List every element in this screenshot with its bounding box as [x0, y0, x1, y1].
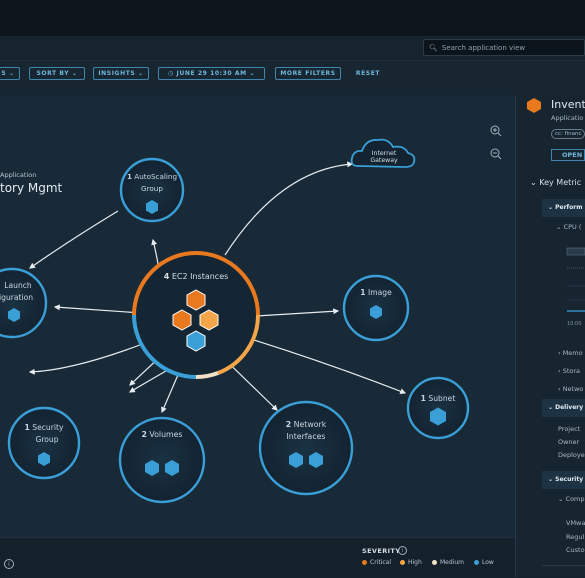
svg-text:1 Image: 1 Image — [360, 288, 392, 297]
chevron-right-icon: › — [558, 349, 561, 357]
image-label: Image — [368, 288, 392, 297]
node-volumes[interactable]: 2 Volumes — [118, 416, 206, 504]
subnet-count: 1 — [421, 394, 426, 403]
cpu-label[interactable]: ⌄ CPU ( — [556, 223, 581, 231]
legend-critical: Critical — [362, 559, 391, 566]
custom-label: Custo — [566, 546, 585, 554]
open-button[interactable]: OPEN — [551, 149, 585, 161]
security-section-label: ⌄ Security — [548, 476, 584, 483]
info-icon[interactable]: i — [398, 546, 407, 555]
node-internet-gateway[interactable]: Internet Gateway — [350, 138, 416, 168]
severity-title: SEVERITY — [362, 547, 401, 555]
gateway-label-2: Gateway — [370, 157, 398, 164]
chevron-down-icon: ⌄ — [558, 495, 564, 503]
owner-label: Owner — [558, 438, 580, 446]
project-label: Project — [558, 425, 581, 433]
legend-medium: Medium — [432, 559, 464, 566]
chevron-right-icon: › — [558, 385, 561, 393]
memory-row[interactable]: › Memo — [558, 349, 583, 357]
svg-text:2 Volumes: 2 Volumes — [142, 430, 183, 439]
ec2-instance-low-icon — [186, 330, 206, 352]
ec2-instance-critical-icon — [172, 309, 192, 331]
zoom-in-icon[interactable] — [490, 125, 502, 137]
legend-high: High — [400, 559, 422, 566]
svg-text:1 AutoScaling: 1 AutoScaling — [127, 172, 177, 181]
medium-dot — [432, 560, 437, 565]
ec2-instance-critical-icon — [186, 289, 206, 311]
app-kind-label: Application — [0, 171, 36, 179]
node-launch-configuration[interactable]: Launch onfiguration — [0, 267, 48, 339]
ec2-label: EC2 Instances — [172, 272, 228, 281]
node-subnet[interactable]: 1 Subnet — [406, 376, 470, 440]
network-row[interactable]: › Netwo — [558, 385, 583, 393]
info-icon[interactable]: i — [4, 559, 14, 569]
security-count: 1 — [25, 423, 30, 432]
svg-text:1 Security: 1 Security — [25, 423, 64, 432]
svg-text:1 Subnet: 1 Subnet — [421, 394, 456, 403]
chart-time-label: 10:00 — [567, 321, 582, 327]
chevron-down-icon: ⌄ — [548, 476, 554, 483]
bottom-bar — [0, 537, 515, 578]
performance-label: ⌄ Perform — [548, 204, 583, 211]
node-ec2-instances[interactable]: 4 EC2 Instances — [132, 251, 260, 380]
chevron-down-icon: ⌄ — [548, 204, 554, 211]
autoscaling-label-2: Group — [141, 184, 163, 193]
regulatory-label: Regul — [566, 533, 585, 541]
ec2-count: 4 — [164, 272, 170, 281]
chevron-right-icon: › — [558, 367, 561, 375]
panel-subtitle: Applicatio — [551, 114, 584, 122]
cpu-chart — [566, 247, 585, 312]
compliance-row[interactable]: ⌄ Comp — [558, 495, 585, 503]
delivery-label: ⌄ Delivery — [548, 404, 584, 411]
svg-text:4 EC2 Instances: 4 EC2 Instances — [164, 272, 229, 281]
svg-text:2 Network: 2 Network — [286, 420, 327, 429]
vmware-label: VMwa — [566, 519, 585, 527]
critical-dot — [362, 560, 367, 565]
high-dot — [400, 560, 405, 565]
security-label-2: Group — [35, 435, 58, 444]
autoscaling-label: AutoScaling — [134, 172, 177, 181]
autoscaling-count: 1 — [127, 172, 132, 181]
image-count: 1 — [360, 288, 365, 297]
network-count: 2 — [286, 420, 291, 429]
chevron-down-icon: ⌄ — [548, 404, 554, 411]
launch-label-1: Launch — [4, 281, 32, 290]
app-hex-icon — [527, 98, 541, 113]
node-network-interfaces[interactable]: 2 Network Interfaces — [258, 400, 354, 496]
network-label: Network — [294, 420, 327, 429]
legend-low: Low — [474, 559, 494, 566]
topology-graph: Application tory Mgmt 1 AutoScaling Grou… — [0, 125, 502, 504]
node-security-group[interactable]: 1 Security Group — [7, 406, 81, 480]
app-name: tory Mgmt — [0, 181, 63, 195]
gateway-label-1: Internet — [372, 150, 397, 157]
zoom-out-icon[interactable] — [490, 148, 502, 160]
key-metrics-header[interactable]: ⌄ Key Metric — [530, 178, 581, 187]
chevron-down-icon: ⌄ — [530, 178, 537, 187]
volumes-count: 2 — [142, 430, 147, 439]
launch-label-2: onfiguration — [0, 293, 33, 302]
subnet-label: Subnet — [428, 394, 455, 403]
divider — [542, 565, 585, 566]
details-panel — [515, 95, 585, 577]
node-autoscaling-group[interactable]: 1 AutoScaling Group — [119, 157, 185, 223]
network-label-2: Interfaces — [287, 432, 326, 441]
storage-row[interactable]: › Stora — [558, 367, 580, 375]
deployed-label: Deploye — [558, 451, 585, 459]
ec2-instance-high-icon — [199, 309, 219, 331]
panel-title: Invent — [551, 98, 585, 111]
tag-chip[interactable]: cc: financ — [551, 129, 585, 139]
node-image[interactable]: 1 Image — [342, 274, 410, 342]
security-label: Security — [32, 423, 64, 432]
low-dot — [474, 560, 479, 565]
chevron-down-icon: ⌄ — [556, 223, 562, 231]
volumes-label: Volumes — [149, 430, 182, 439]
